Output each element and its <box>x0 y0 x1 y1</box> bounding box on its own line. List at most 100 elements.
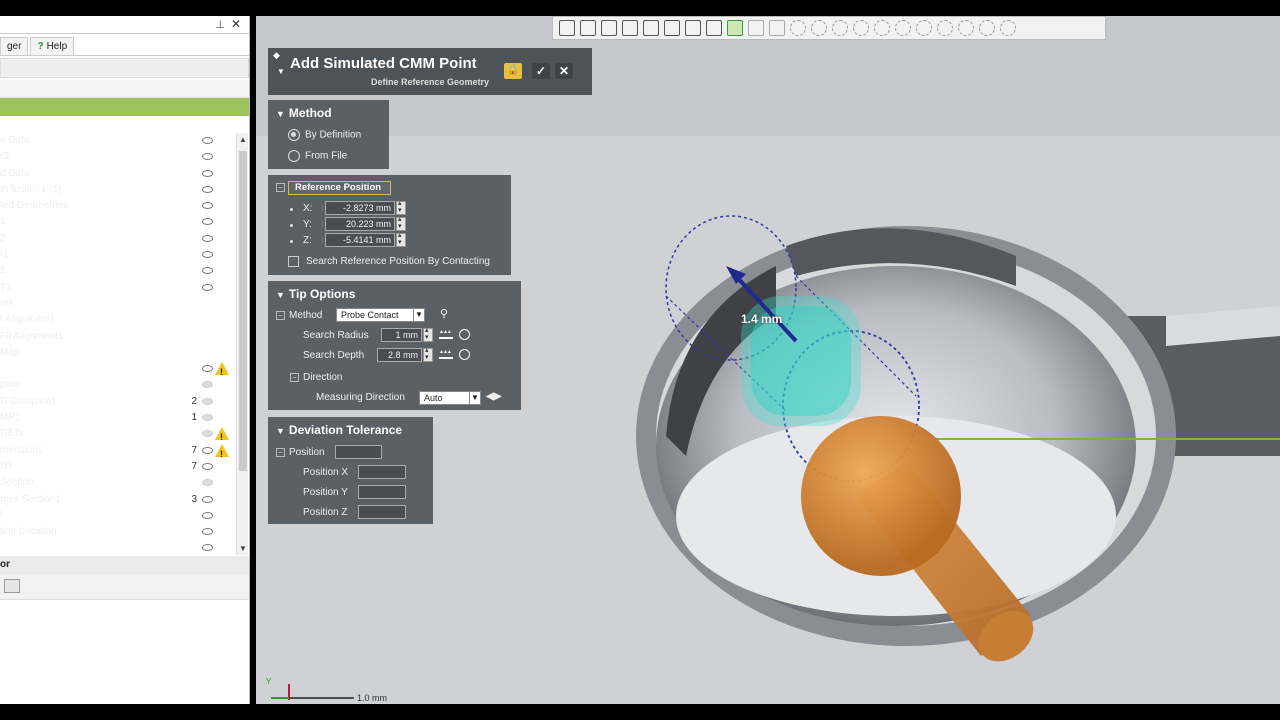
shape-icon[interactable] <box>937 20 953 36</box>
collapse-icon[interactable]: − <box>290 373 299 382</box>
visibility-eye-icon[interactable] <box>202 234 213 242</box>
tree-scrollbar[interactable]: ▲ ▼ <box>236 133 248 555</box>
y-spinner[interactable] <box>396 215 406 231</box>
ruler-icon[interactable] <box>439 349 453 359</box>
tree-item[interactable]: l <box>0 508 235 524</box>
fill-icon[interactable] <box>874 20 890 36</box>
visibility-eye-icon[interactable] <box>202 137 213 144</box>
scroll-thumb[interactable] <box>239 151 247 471</box>
tree-item[interactable]: mensions 7 <box>0 443 235 462</box>
visibility-eye-icon[interactable] <box>202 283 213 291</box>
cut-icon[interactable] <box>979 20 995 36</box>
flip-direction-icon[interactable]: ◀▶ <box>486 391 501 402</box>
depth-spinner[interactable] <box>423 346 433 362</box>
x-spinner[interactable] <box>396 199 406 215</box>
circle-select-icon[interactable] <box>790 20 806 36</box>
visibility-eye-icon[interactable] <box>202 267 213 275</box>
depth-input[interactable]: 2.8 mm <box>377 348 422 362</box>
reference-position-button[interactable]: Reference Position <box>288 181 391 195</box>
brush-icon[interactable] <box>853 20 869 36</box>
z-spinner[interactable] <box>396 231 406 247</box>
visibility-eye-icon[interactable] <box>202 462 213 470</box>
reset-icon[interactable] <box>459 329 470 340</box>
collapse-icon[interactable]: ▼ <box>276 290 285 300</box>
measuring-direction-dropdown[interactable]: Auto ▼ <box>419 391 481 405</box>
tree-item[interactable]: Fit Alignment1 <box>0 329 235 345</box>
visibility-eye-icon[interactable] <box>202 251 213 259</box>
tree-item[interactable]: r1 <box>0 247 235 263</box>
visibility-eye-icon[interactable] <box>202 202 213 210</box>
collapse-icon[interactable]: ▼ <box>276 109 285 119</box>
ruler-icon[interactable] <box>439 329 453 339</box>
settings-icon[interactable] <box>4 579 20 593</box>
tree-item[interactable]: T1 <box>0 280 235 296</box>
tag-icon[interactable] <box>958 20 974 36</box>
split-view-icon[interactable] <box>664 20 680 36</box>
tree-item[interactable]: e Data <box>0 133 235 149</box>
paint-icon[interactable] <box>895 20 911 36</box>
tree-item[interactable]: t Alignment1 <box>0 312 235 328</box>
visibility-eye-icon[interactable] <box>202 414 213 422</box>
visibility-eye-icon[interactable] <box>202 479 213 487</box>
visibility-eye-icon[interactable] <box>202 365 213 373</box>
pin-icon[interactable]: ⊥ <box>215 18 225 31</box>
visibility-eye-icon[interactable] <box>202 218 213 226</box>
person-icon[interactable] <box>685 20 701 36</box>
visibility-eye-icon[interactable] <box>202 430 213 438</box>
collapse-icon[interactable]: − <box>276 183 285 192</box>
lasso-icon[interactable] <box>832 20 848 36</box>
circle-select2-icon[interactable] <box>811 20 827 36</box>
visibility-eye-icon[interactable] <box>202 511 213 519</box>
tree-item[interactable]: 1 <box>0 263 235 279</box>
tree-item[interactable]: pare <box>0 377 235 393</box>
search-contact-checkbox[interactable] <box>288 256 299 267</box>
tree-search-input[interactable] <box>0 58 249 78</box>
tree-item[interactable] <box>0 361 235 380</box>
close-icon[interactable]: ✕ <box>231 17 241 31</box>
tree-item[interactable]: MP1 1 <box>0 410 235 426</box>
lock-button[interactable]: 🔒 <box>504 63 522 79</box>
ok-button[interactable]: ✓ <box>532 63 550 79</box>
pin-icon[interactable]: ◆ <box>273 50 280 61</box>
tree-item[interactable]: D Compare1 2 <box>0 394 235 410</box>
tree-filter-bar[interactable] <box>0 80 249 98</box>
tree-item[interactable]: ross Section1 3 <box>0 492 235 508</box>
position-x-input[interactable] <box>358 465 406 479</box>
visibility-eye-icon[interactable] <box>202 185 213 193</box>
visibility-eye-icon[interactable] <box>202 544 213 552</box>
visibility-eye-icon[interactable] <box>202 397 213 405</box>
cube-view-icon[interactable] <box>601 20 617 36</box>
grid-green-icon[interactable] <box>727 20 743 36</box>
collapse-icon[interactable]: ▼ <box>276 426 285 436</box>
align-right-icon[interactable] <box>643 20 659 36</box>
radio-by-definition[interactable]: By Definition <box>288 129 361 141</box>
tab-help[interactable]: ? Help <box>30 37 75 55</box>
tip-method-dropdown[interactable]: Probe Contact ▼ <box>336 308 425 322</box>
tree-item[interactable]: d Data <box>0 166 235 182</box>
z-input[interactable]: -5.4141 mm <box>325 233 395 247</box>
scroll-down-icon[interactable]: ▼ <box>239 544 247 553</box>
visibility-eye-icon[interactable] <box>202 381 213 389</box>
line-icon[interactable] <box>748 20 764 36</box>
erase-icon[interactable] <box>1000 20 1016 36</box>
align-left-icon[interactable] <box>622 20 638 36</box>
x-input[interactable]: -2.8273 mm <box>325 201 395 215</box>
y-input[interactable]: 20.223 mm <box>325 217 395 231</box>
tree-item[interactable]: tion Location <box>0 524 235 540</box>
tree-item[interactable]: 1 <box>0 214 235 230</box>
box-view-icon[interactable] <box>580 20 596 36</box>
probe-icon[interactable]: ⚲ <box>440 307 448 320</box>
reset-icon[interactable] <box>459 349 470 360</box>
visibility-eye-icon[interactable] <box>202 169 213 177</box>
select-box-icon[interactable] <box>769 20 785 36</box>
tree-item[interactable]: D&Ts <box>0 426 235 445</box>
position-z-input[interactable] <box>358 505 406 519</box>
radius-spinner[interactable] <box>423 326 433 342</box>
tree-item[interactable]: ted Geometries <box>0 198 235 214</box>
collapse-icon[interactable]: − <box>276 448 285 457</box>
tree-item[interactable]: nts <box>0 296 235 312</box>
tree-item[interactable]: Section <box>0 475 235 491</box>
radius-input[interactable]: 1 mm <box>381 328 422 342</box>
tree-item[interactable]: 2 <box>0 231 235 247</box>
visibility-eye-icon[interactable] <box>202 528 213 536</box>
